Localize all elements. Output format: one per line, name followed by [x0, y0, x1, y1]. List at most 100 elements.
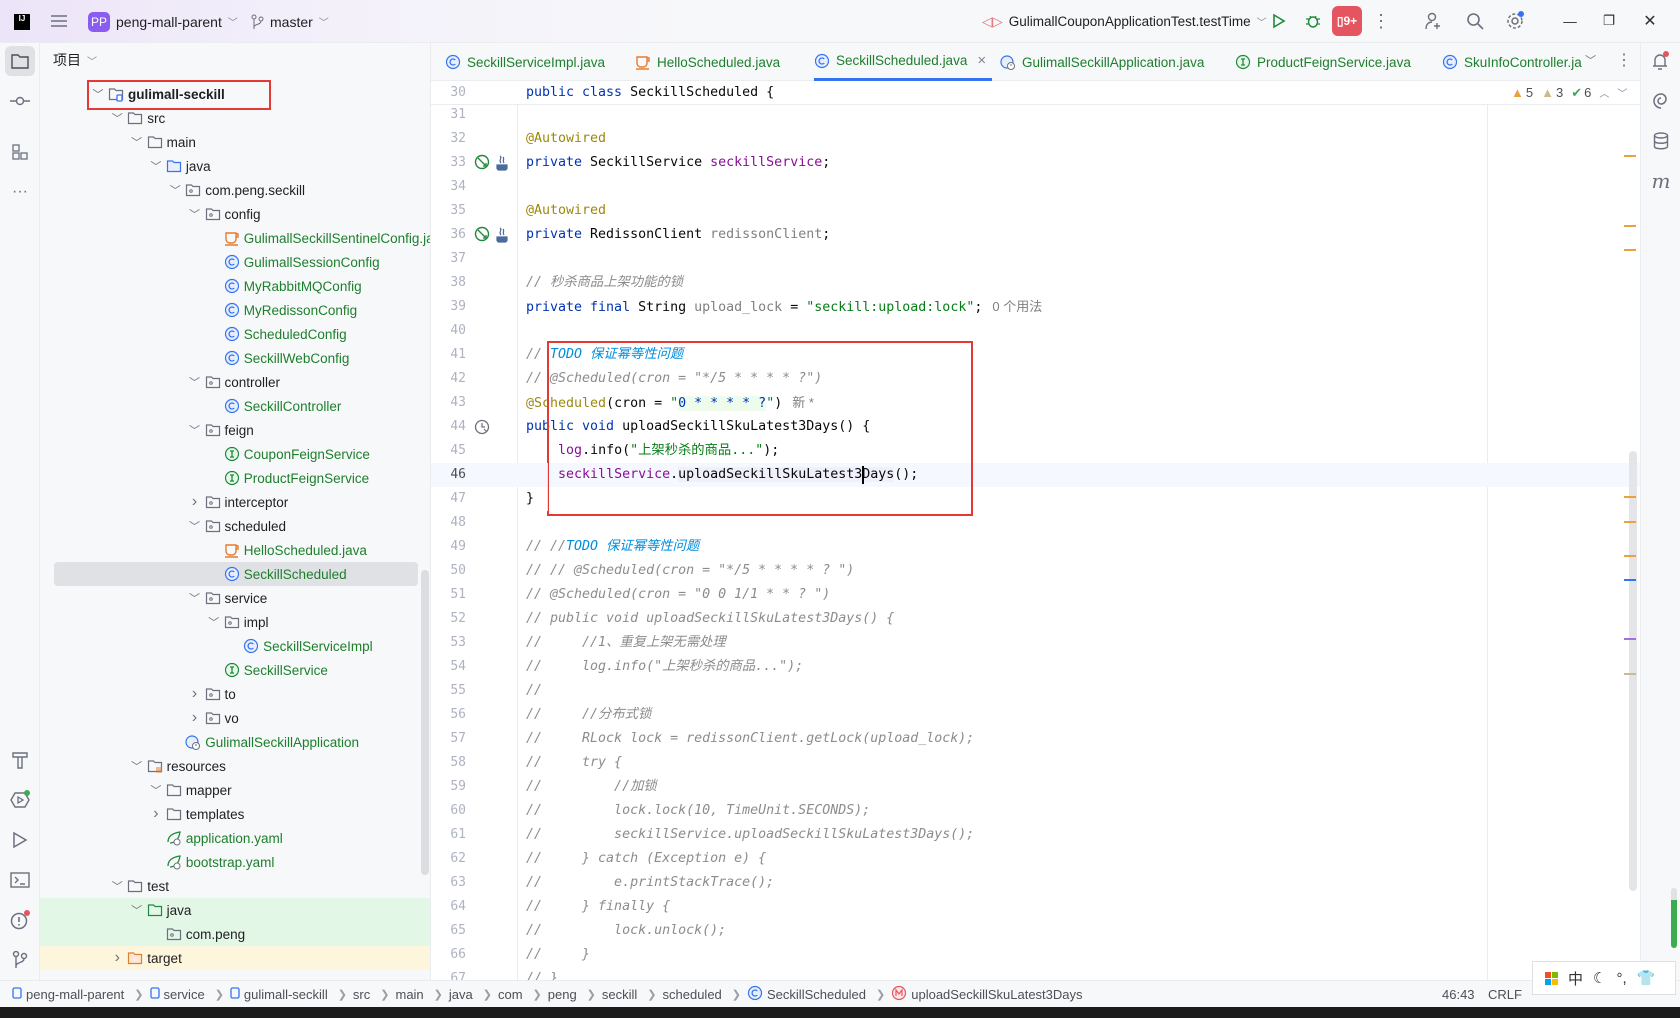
- code-line[interactable]: 40: [431, 319, 1640, 343]
- tree-item[interactable]: ﹀ impl: [40, 610, 420, 634]
- editor-tab[interactable]: GulimallSeckillApplication.java: [1000, 43, 1204, 81]
- editor-scrollbar[interactable]: [1629, 451, 1637, 891]
- tree-item[interactable]: ﹀ java: [40, 154, 420, 178]
- tree-item[interactable]: HelloScheduled.java: [40, 538, 420, 562]
- code-line[interactable]: 32 @Autowired: [431, 127, 1640, 151]
- tree-item[interactable]: GulimallSeckillApplication: [40, 730, 420, 754]
- tree-item[interactable]: MyRabbitMQConfig: [40, 274, 420, 298]
- code-line[interactable]: 30 public class SeckillScheduled {: [431, 81, 1640, 105]
- tree-item[interactable]: ﹀ controller: [40, 370, 420, 394]
- breadcrumb-item[interactable]: service: [149, 987, 205, 1002]
- tree-item[interactable]: ﹀ main: [40, 130, 420, 154]
- tree-item[interactable]: bootstrap.yaml: [40, 850, 420, 874]
- tree-item[interactable]: ProductFeignService: [40, 466, 420, 490]
- code-line[interactable]: 60 // lock.lock(10, TimeUnit.SECONDS);: [431, 799, 1640, 823]
- project-tool-icon[interactable]: [5, 46, 35, 76]
- line-number[interactable]: 37: [431, 247, 466, 271]
- commit-tool-icon[interactable]: [5, 86, 35, 116]
- more-tools-icon[interactable]: ···: [5, 177, 35, 207]
- breadcrumb-item[interactable]: gulimall-seckill: [230, 987, 328, 1002]
- code-line[interactable]: 52 // public void uploadSeckillSkuLatest3…: [431, 607, 1640, 631]
- line-number[interactable]: 34: [431, 175, 466, 199]
- line-number[interactable]: 31: [431, 103, 466, 127]
- inlay-hint[interactable]: 0 个用法: [992, 299, 1042, 314]
- tree-item[interactable]: ﹀ java: [40, 898, 430, 922]
- tree-item[interactable]: › target: [40, 946, 430, 970]
- line-number[interactable]: 53: [431, 631, 466, 655]
- project-selector[interactable]: PP peng-mall-parent ﹀: [88, 0, 238, 43]
- line-number[interactable]: 47: [431, 487, 466, 511]
- tree-item[interactable]: ﹀ com.peng.seckill: [40, 178, 420, 202]
- run-icon[interactable]: [1264, 6, 1294, 36]
- line-number[interactable]: 63: [431, 871, 466, 895]
- cursor-position[interactable]: 46:43: [1442, 987, 1475, 1002]
- close-icon[interactable]: ✕: [1635, 6, 1665, 36]
- line-number[interactable]: 62: [431, 847, 466, 871]
- line-ending[interactable]: CRLF: [1488, 987, 1522, 1002]
- chevron-down-icon[interactable]: ﹀: [189, 206, 201, 222]
- build-tool-icon[interactable]: [5, 745, 35, 775]
- code-line[interactable]: 53 // //1、重复上架无需处理: [431, 631, 1640, 655]
- structure-tool-icon[interactable]: [5, 137, 35, 167]
- code-line[interactable]: 36 private RedissonClient redissonClient;: [431, 223, 1640, 247]
- line-number[interactable]: 32: [431, 127, 466, 151]
- chevron-down-icon[interactable]: ﹀: [131, 134, 143, 150]
- line-number[interactable]: 51: [431, 583, 466, 607]
- ai-assistant-icon[interactable]: [1646, 86, 1676, 116]
- tree-item[interactable]: SeckillWebConfig: [40, 346, 420, 370]
- tree-item[interactable]: ﹀ config: [40, 202, 420, 226]
- problems-tool-icon[interactable]: [5, 905, 35, 935]
- breadcrumb-item[interactable]: com: [498, 987, 523, 1002]
- line-number[interactable]: 67: [431, 967, 466, 980]
- chevron-down-icon[interactable]: ﹀: [169, 182, 181, 198]
- line-number[interactable]: 39: [431, 295, 466, 319]
- chevron-down-icon[interactable]: ﹀: [131, 902, 143, 918]
- breadcrumb-item[interactable]: uploadSeckillSkuLatest3Days: [891, 985, 1083, 1004]
- inspection-widget[interactable]: ▲ 5 ▲ 3 ✔ 6 ︿ ﹀: [1511, 85, 1628, 101]
- tree-item[interactable]: › templates: [40, 802, 420, 826]
- code-line[interactable]: 57 // RLock lock = redissonClient.getLock…: [431, 727, 1640, 751]
- tree-item[interactable]: ScheduledConfig: [40, 322, 420, 346]
- code-line[interactable]: 37: [431, 247, 1640, 271]
- chevron-down-icon[interactable]: ﹀: [1617, 85, 1627, 101]
- line-number[interactable]: 45: [431, 439, 466, 463]
- tree-item[interactable]: ﹀ feign: [40, 418, 420, 442]
- code-line[interactable]: 56 // //分布式锁: [431, 703, 1640, 727]
- tree-item[interactable]: SeckillServiceImpl: [40, 634, 420, 658]
- breadcrumb-item[interactable]: seckill: [602, 987, 637, 1002]
- tree-item[interactable]: ﹀ mapper: [40, 778, 420, 802]
- chevron-right-icon[interactable]: ›: [189, 685, 201, 703]
- code-line[interactable]: 31: [431, 103, 1640, 127]
- code-line[interactable]: 67 // }: [431, 967, 1640, 980]
- code-line[interactable]: 54 // log.info("上架秒杀的商品...");: [431, 655, 1640, 679]
- sticky-header[interactable]: 30 public class SeckillScheduled {: [431, 81, 1640, 105]
- maven-icon[interactable]: m: [1646, 166, 1676, 196]
- line-number[interactable]: 33: [431, 151, 466, 175]
- notifications-icon[interactable]: [1646, 46, 1676, 76]
- line-number[interactable]: 46: [431, 463, 466, 487]
- line-number[interactable]: 52: [431, 607, 466, 631]
- chevron-down-icon[interactable]: ﹀: [150, 158, 162, 174]
- code-line[interactable]: 34: [431, 175, 1640, 199]
- project-panel-title[interactable]: 项目 ﹀: [53, 50, 97, 70]
- tree-item[interactable]: SeckillController: [40, 394, 420, 418]
- breadcrumb-item[interactable]: SeckillScheduled: [747, 985, 866, 1004]
- more-icon[interactable]: ⋮: [1366, 6, 1396, 36]
- ime-toolbar[interactable]: 中 ☾ °, 👕: [1532, 961, 1676, 995]
- tree-item[interactable]: ﹀ scheduled: [40, 514, 420, 538]
- search-icon[interactable]: [1460, 6, 1490, 36]
- line-number[interactable]: 61: [431, 823, 466, 847]
- chevron-down-icon[interactable]: ﹀: [150, 782, 162, 798]
- database-icon[interactable]: [1646, 126, 1676, 156]
- code-line[interactable]: 51 // @Scheduled(cron = "0 0 1/1 * * ? "): [431, 583, 1640, 607]
- debug-icon[interactable]: [1298, 6, 1328, 36]
- chevron-down-icon[interactable]: ﹀: [189, 518, 201, 534]
- tree-item[interactable]: com.peng: [40, 922, 430, 946]
- code-line[interactable]: 38 // 秒杀商品上架功能的锁: [431, 271, 1640, 295]
- close-tab-icon[interactable]: ×: [977, 52, 986, 69]
- chevron-down-icon[interactable]: ﹀: [189, 422, 201, 438]
- line-number[interactable]: 60: [431, 799, 466, 823]
- chevron-down-icon[interactable]: ﹀: [131, 758, 143, 774]
- code-line[interactable]: 62 // } catch (Exception e) {: [431, 847, 1640, 871]
- chevron-down-icon[interactable]: ﹀: [189, 374, 201, 390]
